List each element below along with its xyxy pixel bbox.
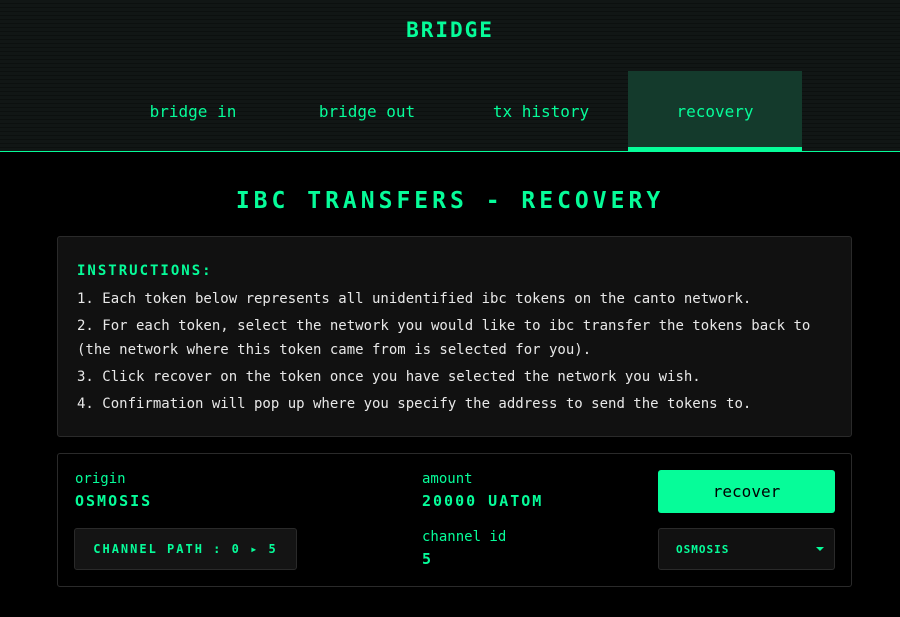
instruction-step: 2. For each token, select the network yo… <box>77 318 811 358</box>
tab-bridge-out[interactable]: bridge out <box>280 71 454 151</box>
amount-value: 20000 UATOM <box>422 492 544 510</box>
network-select[interactable]: OSMOSIS <box>658 528 835 570</box>
network-select-value: OSMOSIS <box>676 542 730 556</box>
tab-bar: bridge in bridge out tx history recovery <box>106 71 802 152</box>
amount-label: amount <box>422 471 473 487</box>
channel-id-value: 5 <box>422 550 434 568</box>
tab-tx-history[interactable]: tx history <box>454 71 628 151</box>
page-title: IBC TRANSFERS - RECOVERY <box>235 188 665 214</box>
instruction-step: 1. Each token below represents all unide… <box>77 291 752 307</box>
caret-down-icon <box>816 547 824 551</box>
instruction-step: 4. Confirmation will pop up where you sp… <box>77 396 752 412</box>
channel-path-badge: CHANNEL PATH : 0 ▸ 5 <box>74 528 297 570</box>
top-header: BRIDGE bridge in bridge out tx history r… <box>0 0 900 152</box>
instructions-heading: INSTRUCTIONS: <box>77 263 213 279</box>
tab-bridge-in[interactable]: bridge in <box>106 71 280 151</box>
token-card: origin OSMOSIS amount 20000 UATOM recove… <box>57 453 852 587</box>
recover-button[interactable]: recover <box>658 470 835 513</box>
channel-id-label: channel id <box>422 529 507 545</box>
origin-label: origin <box>75 471 126 487</box>
instruction-step: 3. Click recover on the token once you h… <box>77 369 701 385</box>
origin-value: OSMOSIS <box>75 492 153 510</box>
instructions-panel: INSTRUCTIONS: 1. Each token below repres… <box>57 236 852 437</box>
brand-title: BRIDGE <box>406 18 494 42</box>
tab-recovery[interactable]: recovery <box>628 71 802 151</box>
